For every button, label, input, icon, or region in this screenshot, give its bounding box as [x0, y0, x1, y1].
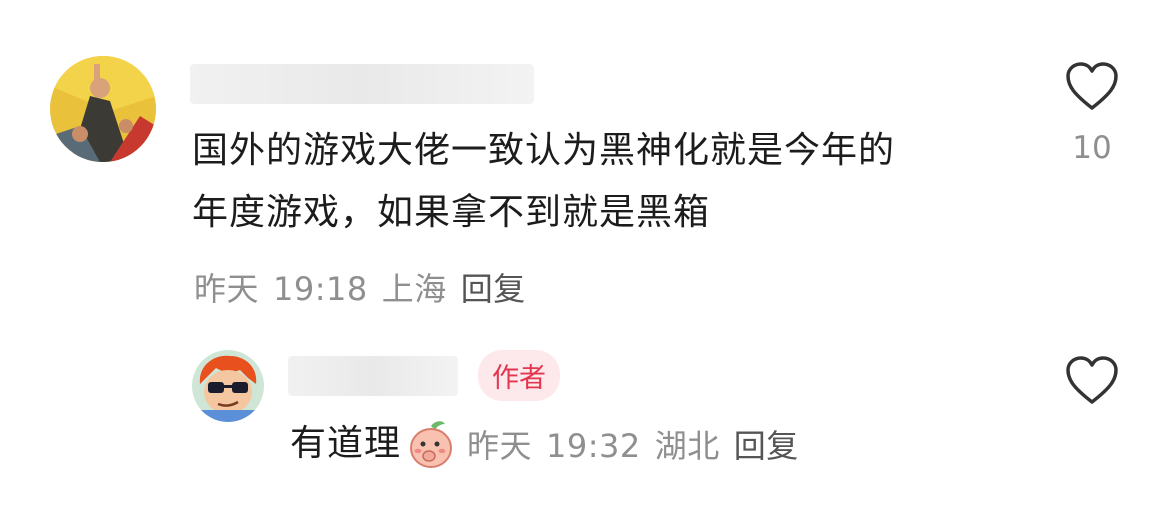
commenter-avatar[interactable] [50, 56, 156, 162]
reply-date: 昨天 [467, 427, 533, 465]
commenter-name-redacted [190, 64, 534, 104]
comment-time: 19:18 [273, 270, 368, 308]
comment-text-line-2: 年度游戏，如果拿不到就是黑箱 [192, 192, 711, 233]
comment-like-button[interactable] [1064, 60, 1120, 112]
comment-location: 上海 [381, 270, 447, 308]
comment-meta: 昨天 19:18 上海 回复 [194, 264, 540, 310]
comment-reply-button[interactable]: 回复 [461, 270, 526, 308]
heart-outline-icon [1066, 356, 1118, 404]
heart-outline-icon [1066, 62, 1118, 110]
peach-emoji-icon [405, 418, 457, 470]
reply-text: 有道理 [290, 423, 402, 464]
reply-line: 有道理 昨天 19:32 湖北 回复 [290, 418, 813, 470]
comment-like-count: 10 [1072, 130, 1112, 166]
comment-text: 国外的游戏大佬一致认为黑神化就是今年的 年度游戏，如果拿不到就是黑箱 [192, 120, 1032, 244]
author-name-redacted [288, 356, 458, 396]
reply-time: 19:32 [546, 427, 641, 465]
comment-date: 昨天 [194, 270, 260, 308]
reply-meta: 昨天 19:32 湖北 回复 [467, 421, 813, 467]
author-avatar[interactable] [192, 350, 264, 422]
comment-text-line-1: 国外的游戏大佬一致认为黑神化就是今年的 [192, 130, 896, 171]
reply-reply-button[interactable]: 回复 [734, 427, 799, 465]
author-badge: 作者 [478, 350, 560, 401]
reply-like-button[interactable] [1064, 354, 1120, 406]
reply-location: 湖北 [654, 427, 720, 465]
